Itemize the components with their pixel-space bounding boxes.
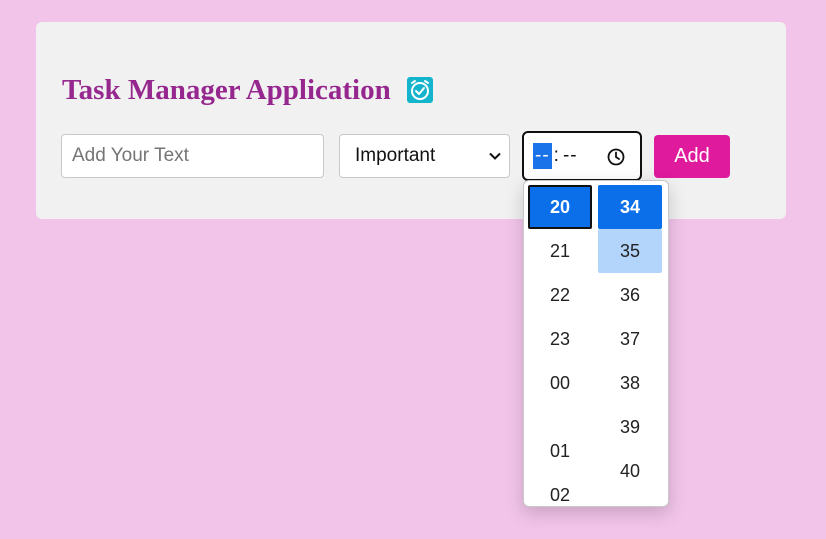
- minute-option[interactable]: 36: [598, 273, 662, 317]
- time-picker-dropdown: 20 21 22 23 00 01 02 34 35 36 37 38 39 4…: [523, 180, 669, 507]
- minute-column[interactable]: 34 35 36 37 38 39 40: [598, 185, 662, 493]
- time-minute-segment[interactable]: --: [561, 145, 580, 167]
- hour-option[interactable]: 21: [528, 229, 592, 273]
- clock-icon[interactable]: [606, 147, 626, 167]
- minute-option[interactable]: 37: [598, 317, 662, 361]
- task-text-input[interactable]: [61, 134, 324, 178]
- minute-option[interactable]: 40: [598, 449, 662, 493]
- hour-option[interactable]: 22: [528, 273, 592, 317]
- hour-option[interactable]: 02: [528, 473, 592, 506]
- minute-option[interactable]: 39: [598, 405, 662, 449]
- alarm-clock-check-icon: [406, 77, 433, 103]
- hour-option[interactable]: 00: [528, 361, 592, 405]
- minute-option[interactable]: 38: [598, 361, 662, 405]
- title-row: Task Manager Application: [62, 72, 433, 108]
- hour-option[interactable]: 01: [528, 429, 592, 473]
- minute-option[interactable]: 35: [598, 229, 662, 273]
- hour-option[interactable]: 23: [528, 317, 592, 361]
- page-title: Task Manager Application: [62, 74, 391, 106]
- hour-option[interactable]: 20: [528, 185, 592, 229]
- add-button[interactable]: Add: [654, 135, 730, 178]
- task-manager-card: Task Manager Application Important -- : …: [36, 22, 786, 219]
- hour-column[interactable]: 20 21 22 23 00 01 02: [528, 185, 592, 506]
- priority-select[interactable]: Important: [339, 134, 510, 178]
- minute-option[interactable]: 34: [598, 185, 662, 229]
- time-input[interactable]: -- : --: [522, 131, 642, 181]
- chevron-down-icon: [489, 152, 501, 160]
- priority-select-value: Important: [355, 145, 436, 166]
- time-separator: :: [553, 145, 559, 166]
- time-hour-segment[interactable]: --: [533, 143, 552, 169]
